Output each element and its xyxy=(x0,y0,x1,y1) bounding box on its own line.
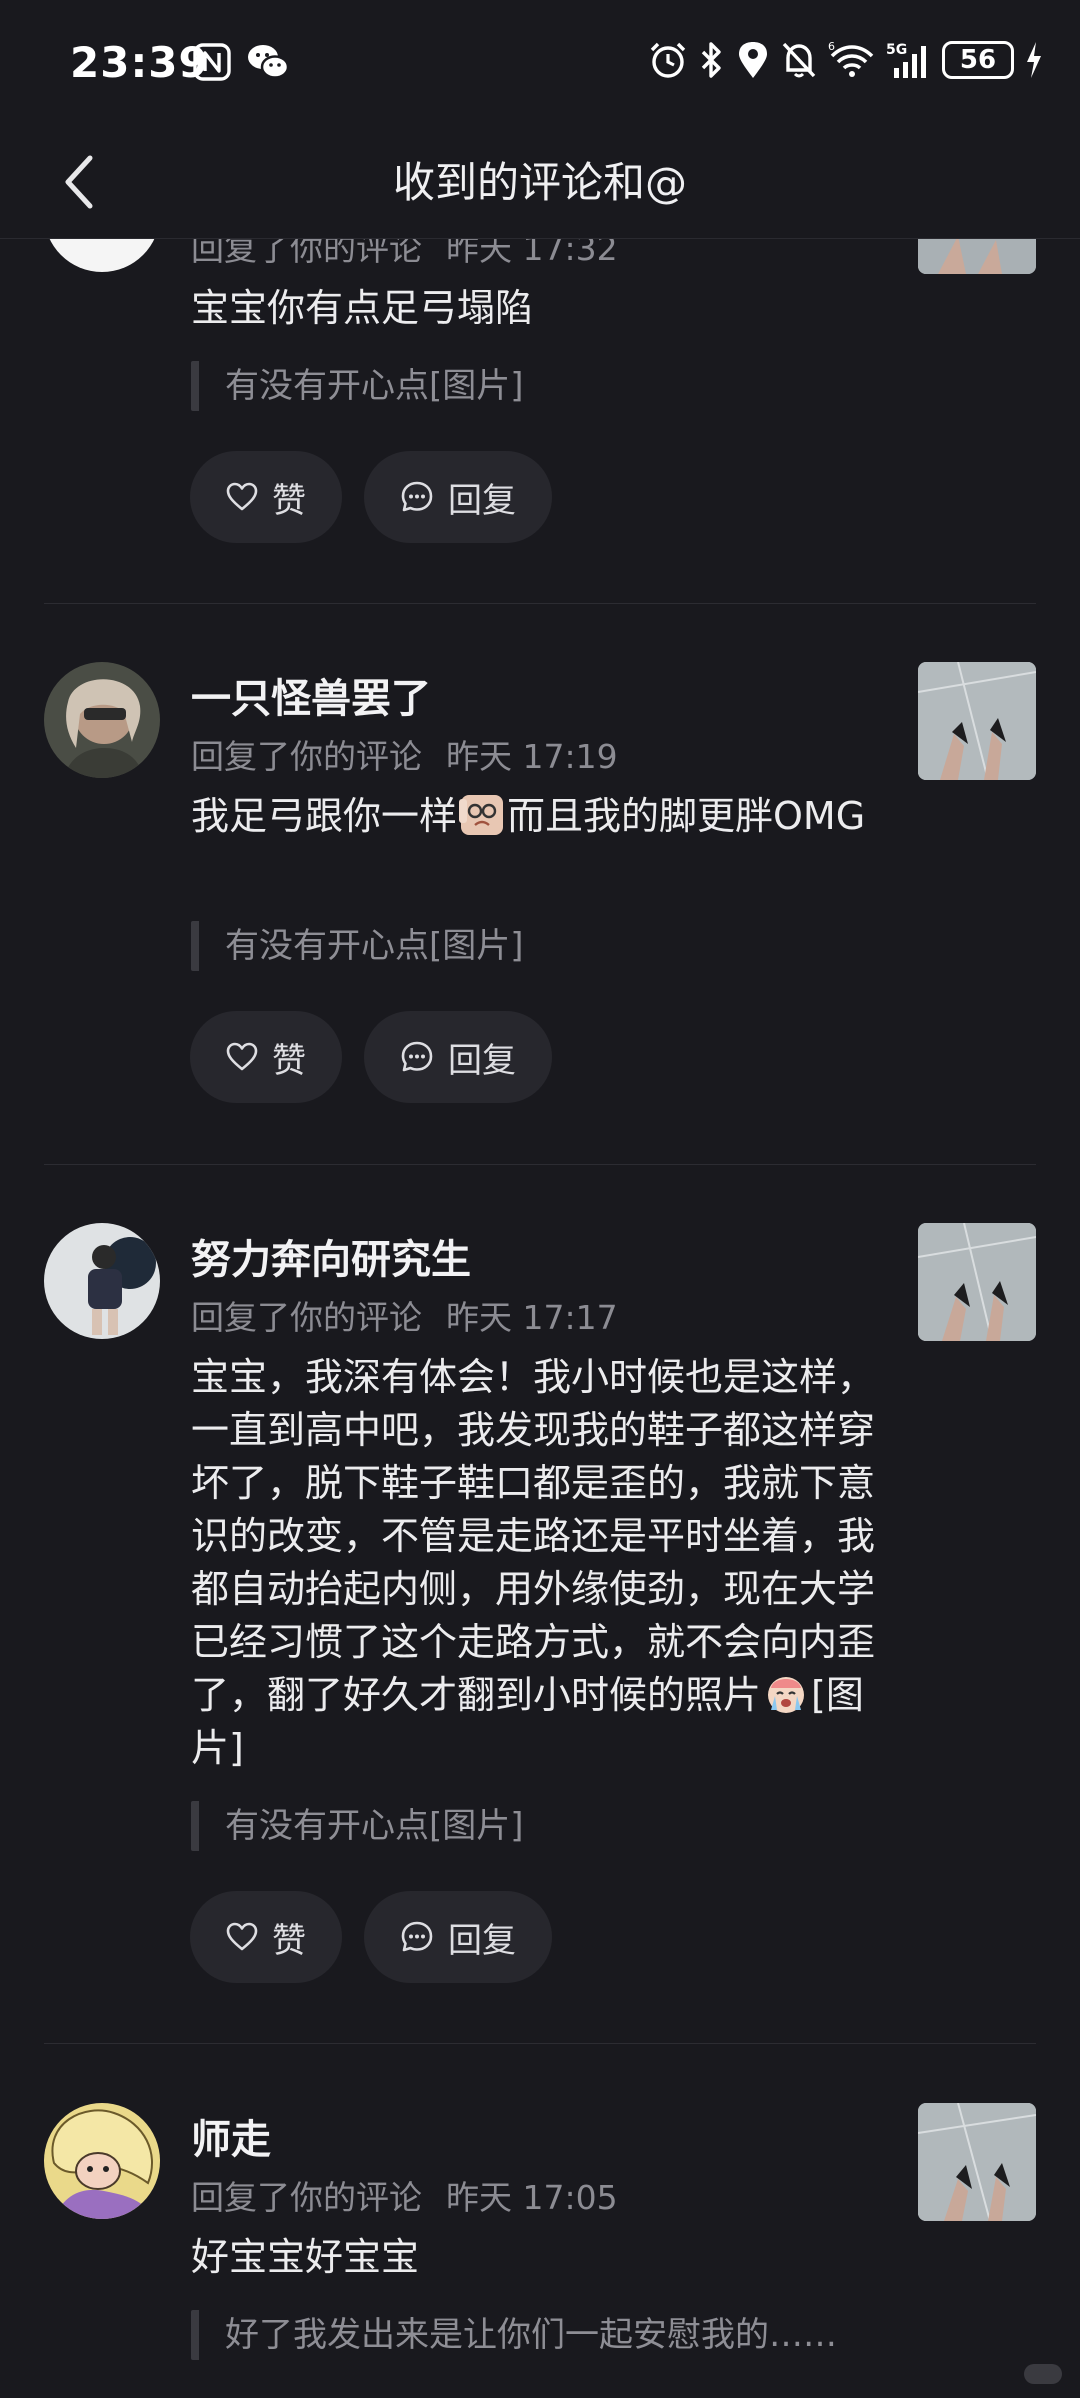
like-label: 赞 xyxy=(272,1920,306,1961)
reply-label: 回复 xyxy=(448,1040,516,1081)
battery-icon: 56 xyxy=(942,41,1014,79)
nfc-icon xyxy=(193,43,231,81)
divider xyxy=(44,1164,1036,1165)
avatar-image xyxy=(44,2103,160,2219)
chat-bubble-icon xyxy=(401,1041,433,1072)
timestamp: 昨天 17:19 xyxy=(446,737,618,776)
reply-button[interactable]: 回复 xyxy=(364,451,552,543)
chat-bubble-icon xyxy=(401,1921,433,1952)
location-icon xyxy=(739,42,767,78)
thumbnail-image xyxy=(918,2103,1036,2221)
header: 收到的评论和@ xyxy=(0,128,1080,239)
heart-icon xyxy=(226,1042,258,1071)
svg-text:5G: 5G xyxy=(886,42,907,58)
wechat-icon xyxy=(248,45,290,79)
bluetooth-icon xyxy=(701,42,721,78)
avatar[interactable] xyxy=(44,1223,160,1339)
crying-face-emoji-icon xyxy=(768,1677,805,1713)
avatar[interactable] xyxy=(44,662,160,778)
reply-button[interactable]: 回复 xyxy=(364,1891,552,1983)
like-label: 赞 xyxy=(272,1040,306,1081)
heart-icon xyxy=(226,482,258,511)
status-right-icons: 6 5G 56 xyxy=(648,40,1044,80)
post-thumbnail[interactable] xyxy=(918,2103,1036,2221)
thumbnail-image xyxy=(918,662,1036,780)
avatar[interactable] xyxy=(44,2103,160,2219)
post-thumbnail[interactable] xyxy=(918,662,1036,780)
like-button[interactable]: 赞 xyxy=(190,1891,342,1983)
meta-text: 回复了你的评论 xyxy=(191,2178,422,2217)
quoted-comment: 有没有开心点[图片] xyxy=(191,1801,524,1851)
quoted-comment: 有没有开心点[图片] xyxy=(191,921,524,971)
reply-label: 回复 xyxy=(448,1920,516,1961)
5g-signal-icon: 5G xyxy=(886,42,926,78)
reply-meta: 回复了你的评论 昨天 17:05 xyxy=(191,2171,618,2219)
comments-feed[interactable]: 回复了你的评论 昨天 17:32 宝宝你有点足弓塌陷 有没有开心点[图片] 赞 回… xyxy=(0,0,1080,2398)
reply-meta: 回复了你的评论 昨天 17:17 xyxy=(191,1291,618,1339)
like-label: 赞 xyxy=(272,480,306,521)
quoted-comment: 有没有开心点[图片] xyxy=(191,361,524,411)
username[interactable]: 一只怪兽罢了 xyxy=(191,666,431,724)
timestamp: 昨天 17:05 xyxy=(446,2178,618,2217)
heart-icon xyxy=(226,1922,258,1951)
like-button[interactable]: 赞 xyxy=(190,1011,342,1103)
meta-text: 回复了你的评论 xyxy=(191,1298,422,1337)
post-thumbnail[interactable] xyxy=(918,1223,1036,1341)
divider xyxy=(44,2043,1036,2044)
like-button[interactable]: 赞 xyxy=(190,451,342,543)
avatar-image xyxy=(44,662,160,778)
comment-text: 宝宝，我深有体会！我小时候也是这样，一直到高中吧，我发现我的鞋子都这样穿坏了，脱… xyxy=(191,1351,881,1775)
comment-text: 宝宝你有点足弓塌陷 xyxy=(191,286,534,330)
comment-text: 我足弓跟你一样 而且我的脚更胖OMG xyxy=(191,790,891,843)
mute-bell-icon xyxy=(782,42,816,78)
alarm-icon xyxy=(650,42,686,78)
reply-meta: 回复了你的评论 昨天 17:19 xyxy=(191,730,618,778)
svg-text:6: 6 xyxy=(828,40,835,53)
timestamp: 昨天 17:17 xyxy=(446,1298,618,1337)
status-bar: 23:39 6 5G 56 xyxy=(0,0,1080,128)
comment-text-part: 宝宝，我深有体会！我小时候也是这样，一直到高中吧，我发现我的鞋子都这样穿坏了，脱… xyxy=(191,1355,876,1717)
blushing-face-emoji-icon xyxy=(459,795,504,835)
comment-text: 好宝宝好宝宝 xyxy=(191,2235,420,2279)
status-left-icons xyxy=(192,42,290,82)
reply-label: 回复 xyxy=(448,480,516,521)
wifi-icon: 6 xyxy=(828,40,874,77)
chat-bubble-icon xyxy=(401,481,433,512)
comment-text-part: 我足弓跟你一样 xyxy=(191,794,458,838)
watermark xyxy=(1024,2364,1062,2384)
charging-icon xyxy=(1027,42,1041,78)
comment-text-part: 而且我的脚更胖OMG xyxy=(507,794,866,838)
meta-text: 回复了你的评论 xyxy=(191,737,422,776)
status-time: 23:39 xyxy=(70,38,209,87)
username[interactable]: 努力奔向研究生 xyxy=(191,1227,471,1285)
divider xyxy=(44,603,1036,604)
page-title: 收到的评论和@ xyxy=(392,158,687,207)
thumbnail-image xyxy=(918,1223,1036,1341)
quoted-comment: 好了我发出来是让你们一起安慰我的…… xyxy=(191,2310,837,2360)
avatar-image xyxy=(44,1223,160,1339)
username[interactable]: 师走 xyxy=(191,2107,271,2165)
reply-button[interactable]: 回复 xyxy=(364,1011,552,1103)
